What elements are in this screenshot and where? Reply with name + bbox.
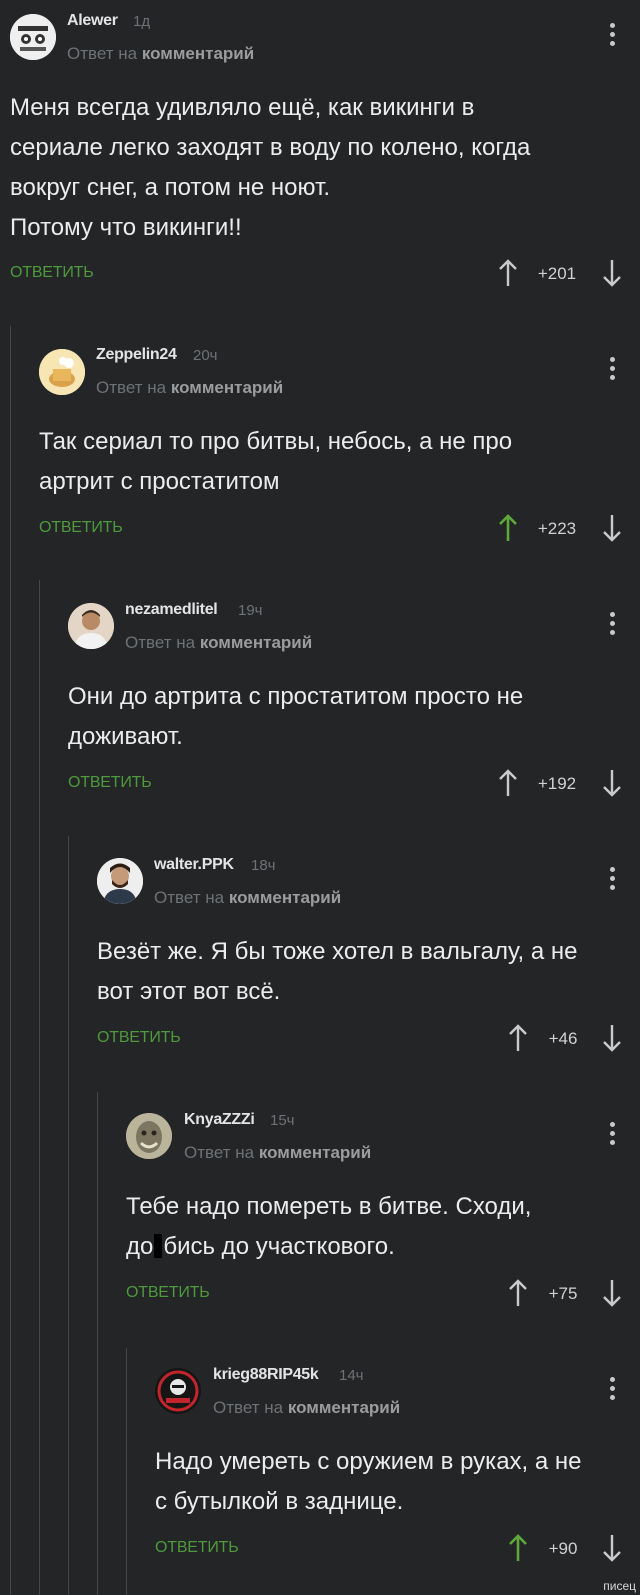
rating-value: +75 — [548, 1284, 578, 1303]
comment-time: 19ч — [238, 602, 263, 619]
reply-to-target: комментарий — [199, 633, 313, 652]
reply-to-link[interactable]: Ответ на комментарий — [67, 44, 254, 64]
reply-button[interactable]: ОТВЕТИТЬ — [68, 774, 152, 792]
reply-to-prefix: Ответ на — [213, 1398, 284, 1417]
username[interactable]: KnyaZZZi — [184, 1111, 255, 1129]
thread-line — [39, 580, 40, 1595]
thread-line — [10, 326, 11, 1595]
avatar[interactable] — [68, 603, 114, 649]
rating-value: +46 — [548, 1029, 578, 1048]
comment-time: 14ч — [339, 1367, 364, 1384]
reply-to-link[interactable]: Ответ на комментарий — [184, 1143, 371, 1163]
watermark: писец — [603, 1579, 636, 1593]
more-vertical-icon[interactable] — [606, 1377, 618, 1407]
thread-line — [68, 836, 69, 1595]
arrow-down-icon[interactable] — [601, 1533, 623, 1563]
more-vertical-icon[interactable] — [606, 23, 618, 53]
reply-button[interactable]: ОТВЕТИТЬ — [155, 1539, 239, 1557]
arrow-down-icon[interactable] — [601, 258, 623, 288]
rating-value: +90 — [548, 1539, 578, 1558]
thread-line — [97, 1092, 98, 1595]
username[interactable]: nezamedlitel — [125, 601, 218, 619]
arrow-down-icon[interactable] — [601, 1278, 623, 1308]
arrow-up-icon[interactable] — [507, 1278, 529, 1308]
avatar[interactable] — [97, 858, 143, 904]
reply-to-link[interactable]: Ответ на комментарий — [154, 888, 341, 908]
avatar[interactable] — [10, 14, 56, 60]
avatar[interactable] — [155, 1368, 201, 1414]
username[interactable]: krieg88RIP45k — [213, 1366, 319, 1384]
username[interactable]: Alewer — [67, 12, 118, 30]
comment-text: Тебе надо помереть в битве. Сходи, до бис… — [126, 1187, 631, 1267]
comment-time: 18ч — [251, 857, 276, 874]
avatar[interactable] — [39, 349, 85, 395]
reply-button[interactable]: ОТВЕТИТЬ — [126, 1284, 210, 1302]
username[interactable]: Zeppelin24 — [96, 346, 177, 364]
comment-time: 15ч — [270, 1112, 295, 1129]
reply-to-prefix: Ответ на — [96, 378, 167, 397]
reply-button[interactable]: ОТВЕТИТЬ — [10, 264, 94, 282]
reply-to-target: комментарий — [170, 378, 284, 397]
comment-text: Надо умереть с оружием в руках, а не с б… — [155, 1448, 582, 1515]
reply-to-prefix: Ответ на — [67, 44, 138, 63]
arrow-up-icon[interactable] — [507, 1023, 529, 1053]
thread-line — [126, 1348, 127, 1595]
avatar[interactable] — [126, 1113, 172, 1159]
arrow-down-icon[interactable] — [601, 1023, 623, 1053]
more-vertical-icon[interactable] — [606, 612, 618, 642]
reply-to-prefix: Ответ на — [125, 633, 196, 652]
more-vertical-icon[interactable] — [606, 357, 618, 387]
reply-to-target: комментарий — [228, 888, 342, 907]
reply-button[interactable]: ОТВЕТИТЬ — [39, 519, 123, 537]
rating-value: +201 — [537, 264, 577, 283]
arrow-up-icon[interactable] — [497, 768, 519, 798]
reply-to-target: комментарий — [141, 44, 255, 63]
more-vertical-icon[interactable] — [606, 1122, 618, 1152]
arrow-down-icon[interactable] — [601, 513, 623, 543]
arrow-up-icon[interactable] — [497, 258, 519, 288]
username[interactable]: walter.PPK — [154, 856, 234, 874]
comment-text-part: бись до участкового. — [163, 1233, 395, 1260]
reply-to-link[interactable]: Ответ на комментарий — [213, 1398, 400, 1418]
arrow-down-icon[interactable] — [601, 768, 623, 798]
censor-bar — [154, 1234, 163, 1258]
reply-to-prefix: Ответ на — [154, 888, 225, 907]
arrow-up-icon[interactable] — [507, 1533, 529, 1563]
rating-value: +192 — [537, 774, 577, 793]
reply-to-link[interactable]: Ответ на комментарий — [96, 378, 283, 398]
reply-to-prefix: Ответ на — [184, 1143, 255, 1162]
comment-text: Так сериал то про битвы, небось, а не пр… — [39, 428, 513, 495]
more-vertical-icon[interactable] — [606, 867, 618, 897]
comment-time: 1д — [133, 13, 151, 30]
comment-text: Они до артрита с простатитом просто не д… — [68, 683, 524, 750]
reply-to-link[interactable]: Ответ на комментарий — [125, 633, 312, 653]
rating-value: +223 — [537, 519, 577, 538]
arrow-up-icon[interactable] — [497, 513, 519, 543]
comment-text: Везёт же. Я бы тоже хотел в вальгалу, а … — [97, 938, 578, 1005]
reply-to-target: комментарий — [287, 1398, 401, 1417]
reply-button[interactable]: ОТВЕТИТЬ — [97, 1029, 181, 1047]
comment-text: Меня всегда удивляло ещё, как викинги в … — [10, 94, 531, 241]
reply-to-target: комментарий — [258, 1143, 372, 1162]
comment-time: 20ч — [193, 347, 218, 364]
